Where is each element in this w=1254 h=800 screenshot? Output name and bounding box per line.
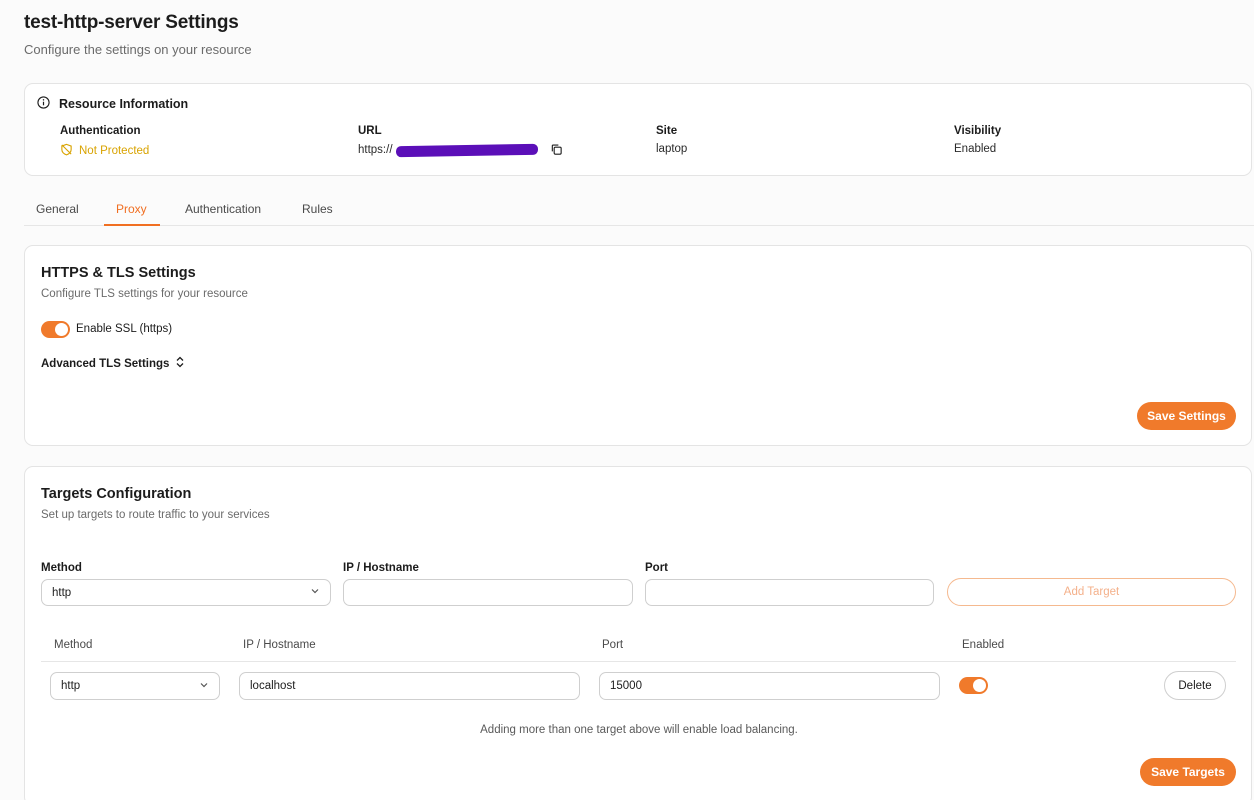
url-prefix: https:// [358, 144, 393, 156]
row-host-input[interactable] [239, 672, 580, 700]
column-method: Method [54, 639, 93, 651]
site-value: laptop [656, 143, 688, 155]
info-icon [37, 96, 50, 112]
toggle-knob [973, 679, 986, 692]
chevrons-up-down-icon [175, 356, 185, 371]
tab-authentication[interactable]: Authentication [185, 202, 261, 216]
tab-proxy[interactable]: Proxy [116, 202, 147, 216]
chevron-down-icon [310, 586, 320, 599]
tls-settings-card: HTTPS & TLS Settings Configure TLS setti… [24, 245, 1252, 446]
auth-value: Not Protected [79, 145, 150, 157]
visibility-label: Visibility [954, 125, 1002, 137]
port-label: Port [645, 562, 668, 574]
tls-subtitle: Configure TLS settings for your resource [41, 288, 248, 300]
targets-subtitle: Set up targets to route traffic to your … [41, 509, 270, 521]
advanced-tls-label: Advanced TLS Settings [41, 357, 170, 370]
resource-info-heading: Resource Information [37, 96, 188, 112]
column-port: Port [602, 639, 624, 651]
enable-ssl-label: Enable SSL (https) [76, 323, 173, 335]
enable-ssl-toggle[interactable] [41, 321, 70, 338]
method-label: Method [41, 562, 82, 574]
save-settings-button[interactable]: Save Settings [1137, 402, 1236, 430]
page-subtitle: Configure the settings on your resource [24, 42, 252, 57]
column-host: IP / Hostname [243, 639, 316, 651]
row-port-input[interactable] [599, 672, 940, 700]
host-input[interactable] [343, 579, 633, 606]
auth-status: Not Protected [60, 143, 149, 159]
advanced-tls-toggle[interactable]: Advanced TLS Settings [41, 356, 185, 371]
add-target-button[interactable]: Add Target [947, 578, 1236, 606]
toggle-knob [55, 323, 68, 336]
load-balancing-note: Adding more than one target above will e… [480, 724, 798, 736]
copy-icon[interactable] [550, 143, 564, 157]
table-divider [41, 661, 1236, 662]
save-targets-button[interactable]: Save Targets [1140, 758, 1236, 786]
host-label: IP / Hostname [343, 562, 419, 574]
url-info: URL https:// [358, 125, 564, 157]
method-select-value: http [52, 586, 72, 599]
site-label: Site [656, 125, 678, 137]
visibility-info: Visibility Enabled [954, 125, 1001, 155]
targets-title: Targets Configuration [41, 486, 192, 502]
tab-rules[interactable]: Rules [302, 202, 333, 216]
row-method-select[interactable]: http [50, 672, 220, 700]
resource-info-title: Resource Information [59, 97, 189, 111]
settings-tabs: General Proxy Authentication Rules [24, 196, 1254, 226]
resource-info-card: Resource Information Authentication Not … [24, 83, 1252, 176]
row-enabled-toggle[interactable] [959, 677, 988, 694]
tls-title: HTTPS & TLS Settings [41, 265, 196, 281]
method-select[interactable]: http [41, 579, 331, 606]
targets-config-card: Targets Configuration Set up targets to … [24, 466, 1252, 800]
auth-label: Authentication [60, 125, 141, 137]
url-value: https:// [358, 143, 564, 157]
site-info: Site laptop [656, 125, 687, 155]
row-method-value: http [61, 680, 81, 692]
column-enabled: Enabled [962, 639, 1005, 651]
chevron-down-icon [199, 680, 209, 693]
visibility-value: Enabled [954, 143, 997, 155]
page-title: test-http-server Settings [24, 12, 239, 33]
url-redaction [395, 143, 538, 157]
port-input[interactable] [645, 579, 934, 606]
active-tab-indicator [104, 224, 160, 226]
url-label: URL [358, 125, 382, 137]
delete-target-button[interactable]: Delete [1164, 671, 1226, 700]
tab-general[interactable]: General [36, 202, 79, 216]
shield-off-icon [60, 143, 73, 159]
auth-info: Authentication Not Protected [60, 125, 149, 159]
